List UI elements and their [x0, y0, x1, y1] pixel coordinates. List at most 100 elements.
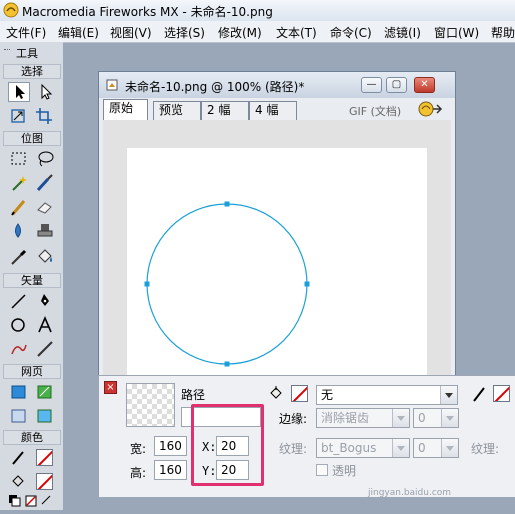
- default-colors-icon: [9, 495, 51, 507]
- path-point-bottom: [224, 361, 230, 367]
- tab-original[interactable]: 原始: [103, 99, 148, 120]
- close-button[interactable]: ✕: [414, 77, 435, 93]
- menu-select[interactable]: 选择(S): [164, 24, 205, 41]
- document-title-bar[interactable]: 未命名-10.png @ 100% (路径)* — ▢ ✕: [99, 72, 455, 98]
- freeform-icon: [11, 344, 27, 355]
- edge-amount-dropdown[interactable]: 0: [413, 408, 459, 428]
- menu-filters[interactable]: 滤镜(I): [384, 24, 421, 41]
- line-tool[interactable]: [8, 291, 30, 311]
- app-title: Macromedia Fireworks MX - 未命名-10.png: [22, 5, 273, 19]
- blur-drop-icon: [15, 223, 21, 238]
- menu-modify[interactable]: 修改(M): [218, 24, 262, 41]
- edge-dropdown[interactable]: 消除锯齿: [316, 408, 410, 428]
- eraser-icon: [37, 202, 52, 214]
- format-label: GIF (文档): [349, 105, 402, 118]
- texture-amount-value: 0: [418, 441, 426, 455]
- panel-close-button[interactable]: ×: [104, 381, 117, 394]
- ellipse-tool[interactable]: [8, 315, 30, 335]
- width-label: 宽:: [130, 442, 147, 456]
- crop-tool[interactable]: [34, 106, 56, 126]
- hotspot-tool[interactable]: [8, 382, 30, 402]
- paint-bucket-tool[interactable]: [34, 247, 56, 267]
- fill-color-swatch[interactable]: [36, 473, 53, 490]
- view-tabs: 原始 预览 2 幅 4 幅 GIF (文档): [99, 98, 455, 120]
- quick-export-icon[interactable]: [417, 100, 445, 118]
- width-field[interactable]: 160: [154, 436, 187, 456]
- minimize-icon: —: [366, 79, 377, 90]
- close-icon: ✕: [420, 79, 429, 90]
- menu-window[interactable]: 窗口(W): [434, 24, 479, 41]
- height-field[interactable]: 160: [154, 460, 187, 480]
- lasso-tool[interactable]: [34, 149, 56, 169]
- blur-tool[interactable]: [8, 221, 30, 241]
- section-select: 选择: [3, 64, 61, 79]
- texture-dropdown[interactable]: bt_Bogus: [316, 438, 410, 458]
- transparent-checkbox[interactable]: [316, 464, 328, 476]
- height-label: 高:: [130, 466, 147, 480]
- transparent-label: 透明: [332, 464, 357, 478]
- marquee-tool[interactable]: [8, 149, 30, 169]
- properties-panel: × 路径 宽: 160 高: 160 X: 20 Y: 20 无 边缘: 消除锯…: [98, 375, 515, 497]
- menu-view[interactable]: 视图(V): [110, 24, 152, 41]
- stroke-color-swatch-props[interactable]: [493, 385, 510, 402]
- hide-slices-tool[interactable]: [8, 406, 30, 426]
- section-web: 网页: [3, 364, 61, 379]
- eraser-tool[interactable]: [34, 197, 56, 217]
- menu-commands[interactable]: 命令(C): [330, 24, 372, 41]
- panel-grip-icon[interactable]: [4, 49, 10, 51]
- crop-icon: [36, 108, 52, 124]
- fill-type-dropdown[interactable]: 无: [316, 385, 458, 405]
- pen-icon: [41, 294, 49, 306]
- maximize-button[interactable]: ▢: [386, 77, 407, 93]
- path-point-top: [224, 201, 230, 207]
- subselect-tool[interactable]: [34, 82, 56, 102]
- fill-color-swatch-props[interactable]: [291, 385, 308, 402]
- texture-label: 纹理:: [279, 442, 308, 456]
- fill-color-tool[interactable]: [8, 471, 30, 491]
- ellipse-icon: [11, 318, 25, 332]
- section-colors: 颜色: [3, 430, 61, 445]
- subselect-icon: [41, 83, 53, 100]
- texture-amount-dropdown[interactable]: 0: [413, 438, 459, 458]
- paint-bucket-icon: [38, 249, 52, 263]
- path-point-left: [144, 281, 150, 287]
- hotspot-icon: [11, 385, 26, 399]
- menu-file[interactable]: 文件(F): [6, 24, 46, 41]
- fill-type-value: 无: [321, 388, 334, 402]
- pointer-tool[interactable]: [8, 82, 30, 102]
- fireworks-app-icon: [3, 2, 19, 18]
- object-thumbnail: [126, 383, 175, 427]
- minimize-button[interactable]: —: [361, 77, 382, 93]
- section-bitmap: 位图: [3, 131, 61, 146]
- menu-help[interactable]: 帮助: [491, 24, 515, 41]
- eyedropper-tool[interactable]: [8, 247, 30, 267]
- app-title-bar: Macromedia Fireworks MX - 未命名-10.png: [0, 0, 515, 22]
- text-tool[interactable]: [34, 315, 56, 335]
- default-colors-tool[interactable]: [8, 494, 51, 514]
- tab-4up[interactable]: 4 幅: [249, 101, 297, 120]
- rubber-stamp-tool[interactable]: [34, 221, 56, 241]
- stroke-color-tool[interactable]: [8, 447, 30, 467]
- tab-2up[interactable]: 2 幅: [201, 101, 249, 120]
- chevron-down-icon: [392, 439, 409, 457]
- pen-tool[interactable]: [34, 291, 56, 311]
- menu-bar: 文件(F) 编辑(E) 视图(V) 选择(S) 修改(M) 文本(T) 命令(C…: [0, 21, 515, 43]
- brush-tool[interactable]: [34, 173, 56, 193]
- show-slices-tool[interactable]: [34, 406, 56, 426]
- tools-panel-header[interactable]: 工具: [0, 43, 62, 61]
- magic-wand-tool[interactable]: [8, 173, 30, 193]
- tab-preview[interactable]: 预览: [153, 101, 201, 120]
- scale-tool[interactable]: [8, 106, 30, 126]
- freeform-tool[interactable]: [8, 339, 30, 359]
- knife-tool[interactable]: [34, 339, 56, 359]
- scale-icon: [11, 109, 25, 123]
- menu-edit[interactable]: 编辑(E): [58, 24, 99, 41]
- eyedropper-icon: [11, 249, 27, 265]
- watermark: jingyan.baidu.com: [368, 488, 452, 498]
- pencil-tool[interactable]: [8, 197, 30, 217]
- brush-icon: [36, 174, 53, 192]
- menu-text[interactable]: 文本(T): [276, 24, 317, 41]
- stroke-color-swatch[interactable]: [36, 449, 53, 466]
- slice-tool[interactable]: [34, 382, 56, 402]
- edge-amount-value: 0: [418, 411, 426, 425]
